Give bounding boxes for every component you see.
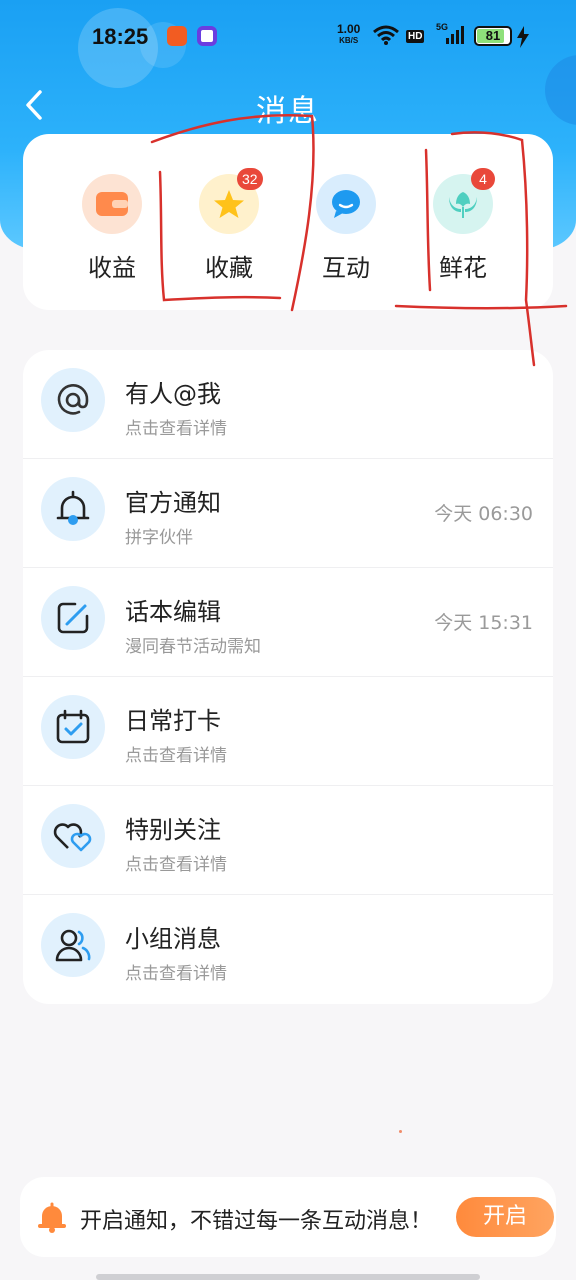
message-row-group[interactable]: 小组消息 点击查看详情 (23, 895, 553, 1004)
quick-action-label: 鲜花 (439, 254, 487, 282)
home-indicator[interactable] (96, 1274, 480, 1280)
quick-action-label: 互动 (322, 254, 370, 282)
row-icon-bg (41, 586, 105, 650)
message-subtitle: 点击查看详情 (125, 855, 227, 875)
notification-prompt-banner: 开启通知，不错过每一条互动消息！ 开启 (20, 1177, 556, 1257)
message-time: 今天 06:30 (434, 503, 533, 525)
quick-action-flowers[interactable]: 4 鲜花 (423, 168, 503, 283)
quick-action-label: 收益 (88, 254, 136, 282)
flower-icon (449, 192, 477, 218)
network-speed-unit: KB/S (339, 36, 359, 45)
chat-bubble-icon (332, 190, 360, 218)
message-row-daily-checkin[interactable]: 日常打卡 点击查看详情 (23, 677, 553, 786)
row-icon-bg (41, 804, 105, 868)
network-speed-value: 1.00 (337, 22, 361, 36)
message-row-official[interactable]: 官方通知 拼字伙伴 今天 06:30 (23, 459, 553, 568)
quick-action-label: 收藏 (205, 254, 253, 282)
message-title: 特别关注 (125, 816, 221, 844)
page-title: 消息 (256, 94, 320, 129)
message-row-special-follow[interactable]: 特别关注 点击查看详情 (23, 786, 553, 895)
message-time: 今天 15:31 (434, 612, 533, 634)
edit-icon (57, 602, 89, 634)
quick-action-earnings[interactable]: 收益 (72, 174, 152, 283)
hearts-icon (53, 823, 92, 852)
notification-app-icon (167, 26, 187, 46)
group-icon (55, 929, 91, 962)
at-sign-icon (57, 384, 89, 415)
calendar-check-icon (56, 709, 90, 744)
message-subtitle: 点击查看详情 (125, 746, 227, 766)
message-subtitle: 点击查看详情 (125, 419, 227, 439)
unread-badge: 32 (237, 168, 263, 190)
star-icon (214, 190, 244, 218)
quick-action-icon-bg (82, 174, 142, 234)
message-title: 话本编辑 (125, 598, 221, 626)
quick-action-interaction[interactable]: 互动 (306, 174, 386, 283)
wifi-icon (373, 25, 399, 45)
message-title: 官方通知 (125, 489, 221, 517)
unread-badge: 4 (471, 168, 495, 190)
quick-action-icon-bg: 4 (433, 168, 495, 234)
status-bar: 18:25 1.00 KB/S HD 5G 81 (0, 0, 576, 72)
hd-indicator: HD (406, 30, 425, 43)
charging-icon (517, 26, 529, 48)
message-title: 有人@我 (125, 380, 221, 408)
message-row-script-editor[interactable]: 话本编辑 漫同春节活动需知 今天 15:31 (23, 568, 553, 677)
quick-actions-card: 收益 32 收藏 互动 4 鲜花 (23, 134, 553, 310)
quick-action-icon-bg (316, 174, 376, 234)
quick-action-favorites[interactable]: 32 收藏 (189, 168, 269, 283)
message-title: 日常打卡 (125, 707, 221, 735)
decor-dot (399, 1130, 402, 1133)
bell-icon (56, 490, 90, 525)
network-speed: 1.00 KB/S (337, 22, 361, 46)
message-subtitle: 点击查看详情 (125, 964, 227, 984)
notification-prompt-text: 开启通知，不错过每一条互动消息！ (80, 1209, 433, 1234)
message-subtitle: 拼字伙伴 (125, 528, 193, 548)
message-row-mentions[interactable]: 有人@我 点击查看详情 (23, 350, 553, 459)
row-icon-bg (41, 368, 105, 432)
quick-action-icon-bg: 32 (199, 168, 263, 234)
enable-notifications-button[interactable]: 开启 (456, 1197, 554, 1237)
notification-app-icon (197, 26, 217, 46)
message-list: 有人@我 点击查看详情 官方通知 拼字伙伴 今天 06:30 话本编辑 漫同春节… (23, 350, 553, 1004)
battery-level: 81 (485, 28, 501, 43)
row-icon-bg (41, 477, 105, 541)
row-icon-bg (41, 695, 105, 759)
message-subtitle: 漫同春节活动需知 (125, 637, 261, 657)
bell-icon (38, 1202, 66, 1233)
status-time: 18:25 (92, 24, 149, 49)
wallet-icon (96, 192, 128, 216)
row-icon-bg (41, 913, 105, 977)
battery-indicator: 81 (474, 26, 512, 46)
nav-bar: 消息 (0, 80, 576, 130)
message-title: 小组消息 (125, 925, 221, 953)
signal-icon (446, 26, 464, 44)
